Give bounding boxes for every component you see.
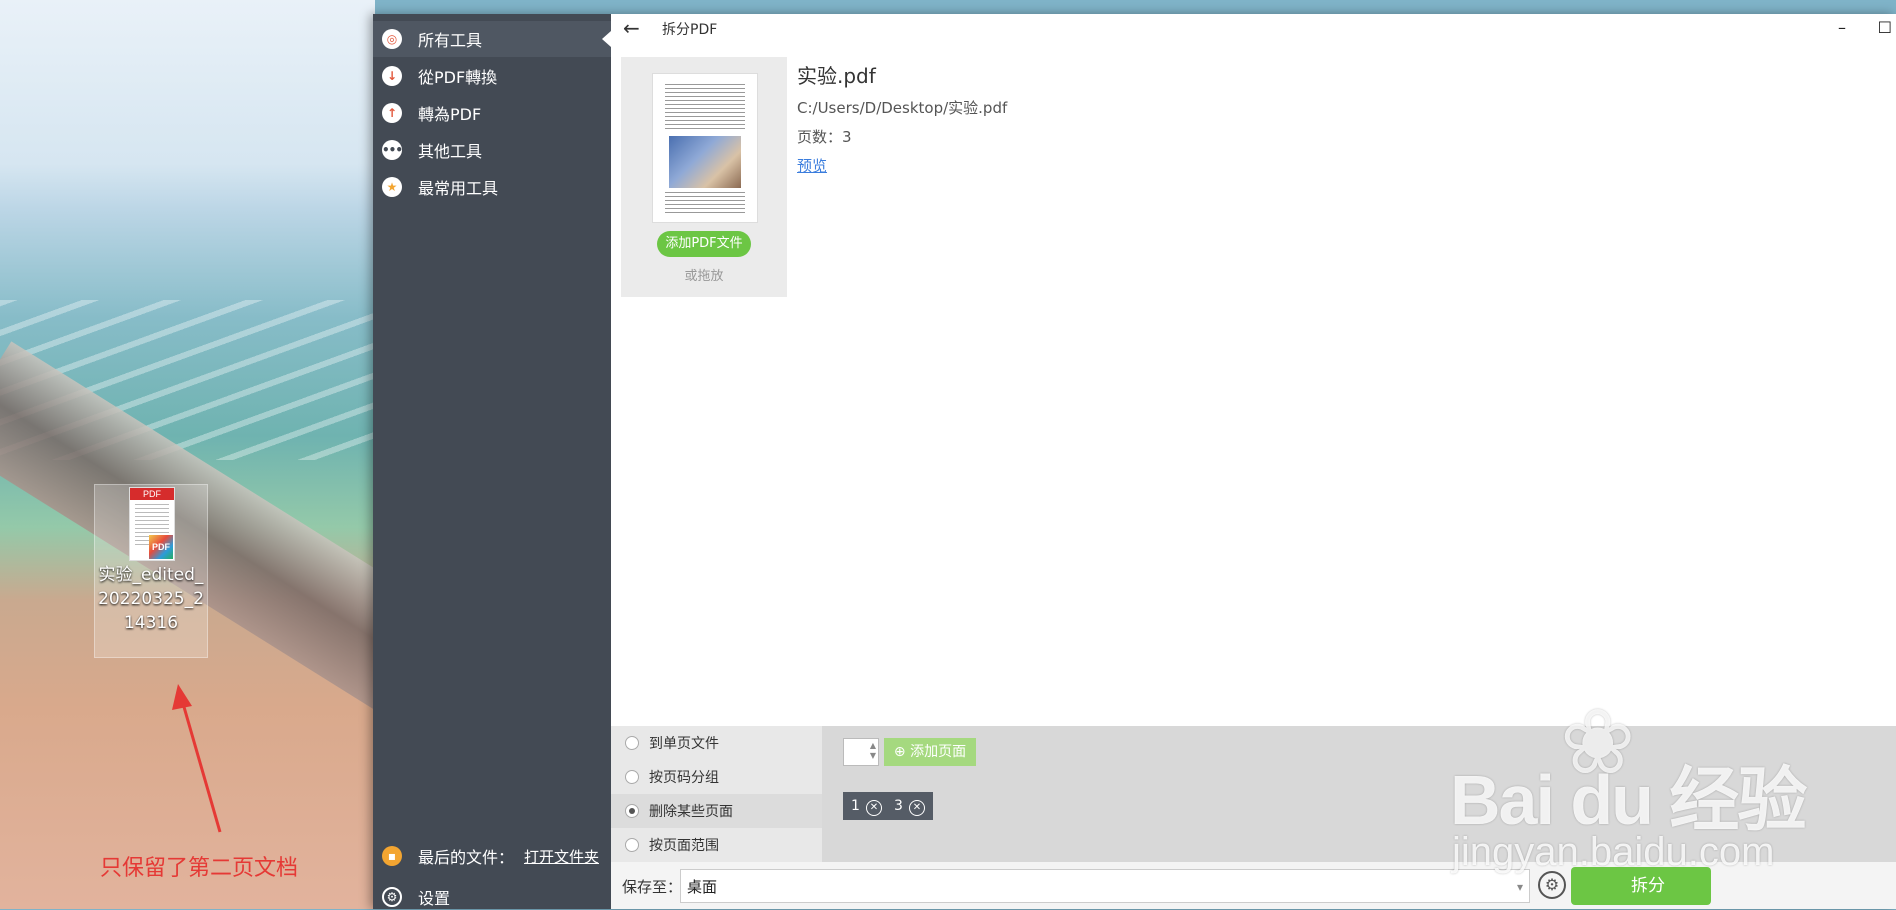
desktop-wallpaper: PDF PDF 实验_edited_20220325_214316 只保留了第二… <box>0 0 375 909</box>
folder-icon: ▪ <box>382 846 402 866</box>
last-files-label: 最后的文件： <box>418 848 515 867</box>
page-title: 拆分PDF <box>662 22 718 38</box>
sidebar-item-all-tools[interactable]: ◎ 所有工具 <box>373 21 611 57</box>
preview-link[interactable]: 预览 <box>797 155 827 176</box>
radio-button[interactable] <box>625 736 639 750</box>
last-files-row: ▪ 最后的文件： 打开文件夹 <box>373 838 611 874</box>
option-single-page[interactable]: 到单页文件 <box>611 726 822 760</box>
add-page-label: 添加页面 <box>910 744 967 760</box>
page-chip-number: 3 <box>894 798 903 814</box>
minimize-button[interactable]: – <box>1838 18 1846 37</box>
title-bar: ← 拆分PDF – ☐ <box>611 14 1896 42</box>
sidebar-item-label: 其他工具 <box>418 142 483 161</box>
sidebar-item-to-pdf[interactable]: ↑ 轉為PDF <box>373 95 611 131</box>
pdf-app-badge-icon: PDF <box>149 535 173 559</box>
active-indicator <box>602 31 611 47</box>
option-page-range[interactable]: 按页面范围 <box>611 828 822 862</box>
file-name: 实验.pdf <box>797 64 876 88</box>
radio-button[interactable] <box>625 770 639 784</box>
option-delete-pages[interactable]: 删除某些页面 <box>611 794 822 828</box>
option-label: 按页码分组 <box>649 770 719 786</box>
gear-icon: ⚙ <box>382 887 402 907</box>
maximize-button[interactable]: ☐ <box>1878 18 1892 37</box>
sidebar-item-label: 從PDF轉換 <box>418 68 498 87</box>
option-label: 到单页文件 <box>649 736 719 752</box>
star-icon: ★ <box>382 177 402 197</box>
add-pdf-button[interactable]: 添加PDF文件 <box>657 231 751 257</box>
page-chip: 3 ✕ <box>886 792 933 820</box>
annotation-arrow-icon <box>172 684 222 833</box>
page-chip-number: 1 <box>851 798 860 814</box>
save-location-value: 桌面 <box>687 878 718 896</box>
add-page-button[interactable]: ⊕ 添加页面 <box>884 738 976 766</box>
sidebar-item-label: 轉為PDF <box>418 105 482 124</box>
back-arrow-icon[interactable]: ← <box>623 16 640 40</box>
file-thumbnail-panel: 添加PDF文件 或拖放 <box>621 57 787 297</box>
remove-chip-icon[interactable]: ✕ <box>865 800 882 816</box>
sidebar-item-label: 最常用工具 <box>418 179 499 198</box>
thumbnail-text-lines <box>665 192 745 216</box>
split-options-list: 到单页文件 按页码分组 删除某些页面 按页面范围 <box>611 726 822 862</box>
open-folder-link[interactable]: 打开文件夹 <box>524 846 599 867</box>
desktop-file-icon[interactable]: PDF PDF 实验_edited_20220325_214316 <box>94 484 208 658</box>
baidu-watermark: ❀ Bai du 经验 jingyan.baidu.com <box>1450 690 1880 900</box>
save-location-select[interactable]: 桌面 ▾ <box>680 869 1530 903</box>
radio-button[interactable] <box>625 838 639 852</box>
settings-label: 设置 <box>418 889 451 908</box>
file-page-count: 页数：3 <box>797 128 852 146</box>
pdf-page-thumbnail[interactable] <box>652 73 758 223</box>
page-number-stepper[interactable]: ▲ ▼ <box>843 738 879 766</box>
sidebar-item-other-tools[interactable]: ••• 其他工具 <box>373 132 611 168</box>
watermark-url: jingyan.baidu.com <box>1452 830 1775 874</box>
arrow-down-icon: ↓ <box>382 66 402 86</box>
save-to-label: 保存至： <box>622 878 683 896</box>
spinner-arrows-icon[interactable]: ▲ ▼ <box>870 741 876 761</box>
plus-circle-icon: ⊕ <box>893 744 911 760</box>
pdf-header-label: PDF <box>130 488 174 500</box>
radio-button-selected[interactable] <box>625 804 639 818</box>
desktop-file-label: 实验_edited_20220325_214316 <box>98 565 204 633</box>
option-group-by-page[interactable]: 按页码分组 <box>611 760 822 794</box>
file-path: C:/Users/D/Desktop/实验.pdf <box>797 99 1008 117</box>
arrow-up-icon: ↑ <box>382 103 402 123</box>
target-icon: ◎ <box>382 29 402 49</box>
sidebar-item-frequent-tools[interactable]: ★ 最常用工具 <box>373 169 611 205</box>
remove-chip-icon[interactable]: ✕ <box>908 800 925 816</box>
option-label: 按页面范围 <box>649 838 719 854</box>
page-chip: 1 ✕ <box>843 792 890 820</box>
sidebar: ◎ 所有工具 ↓ 從PDF轉換 ↑ 轉為PDF ••• 其他工具 ★ 最常用工具… <box>373 14 611 909</box>
annotation-text: 只保留了第二页文档 <box>100 856 299 881</box>
more-dots-icon: ••• <box>382 140 403 160</box>
thumbnail-text-lines <box>665 84 745 130</box>
sidebar-item-label: 所有工具 <box>418 31 483 50</box>
sidebar-item-settings[interactable]: ⚙ 设置 <box>373 884 611 910</box>
option-label: 删除某些页面 <box>649 804 733 820</box>
thumbnail-image <box>669 136 741 188</box>
sidebar-item-from-pdf[interactable]: ↓ 從PDF轉換 <box>373 58 611 94</box>
drag-drop-hint: 或拖放 <box>684 269 724 284</box>
